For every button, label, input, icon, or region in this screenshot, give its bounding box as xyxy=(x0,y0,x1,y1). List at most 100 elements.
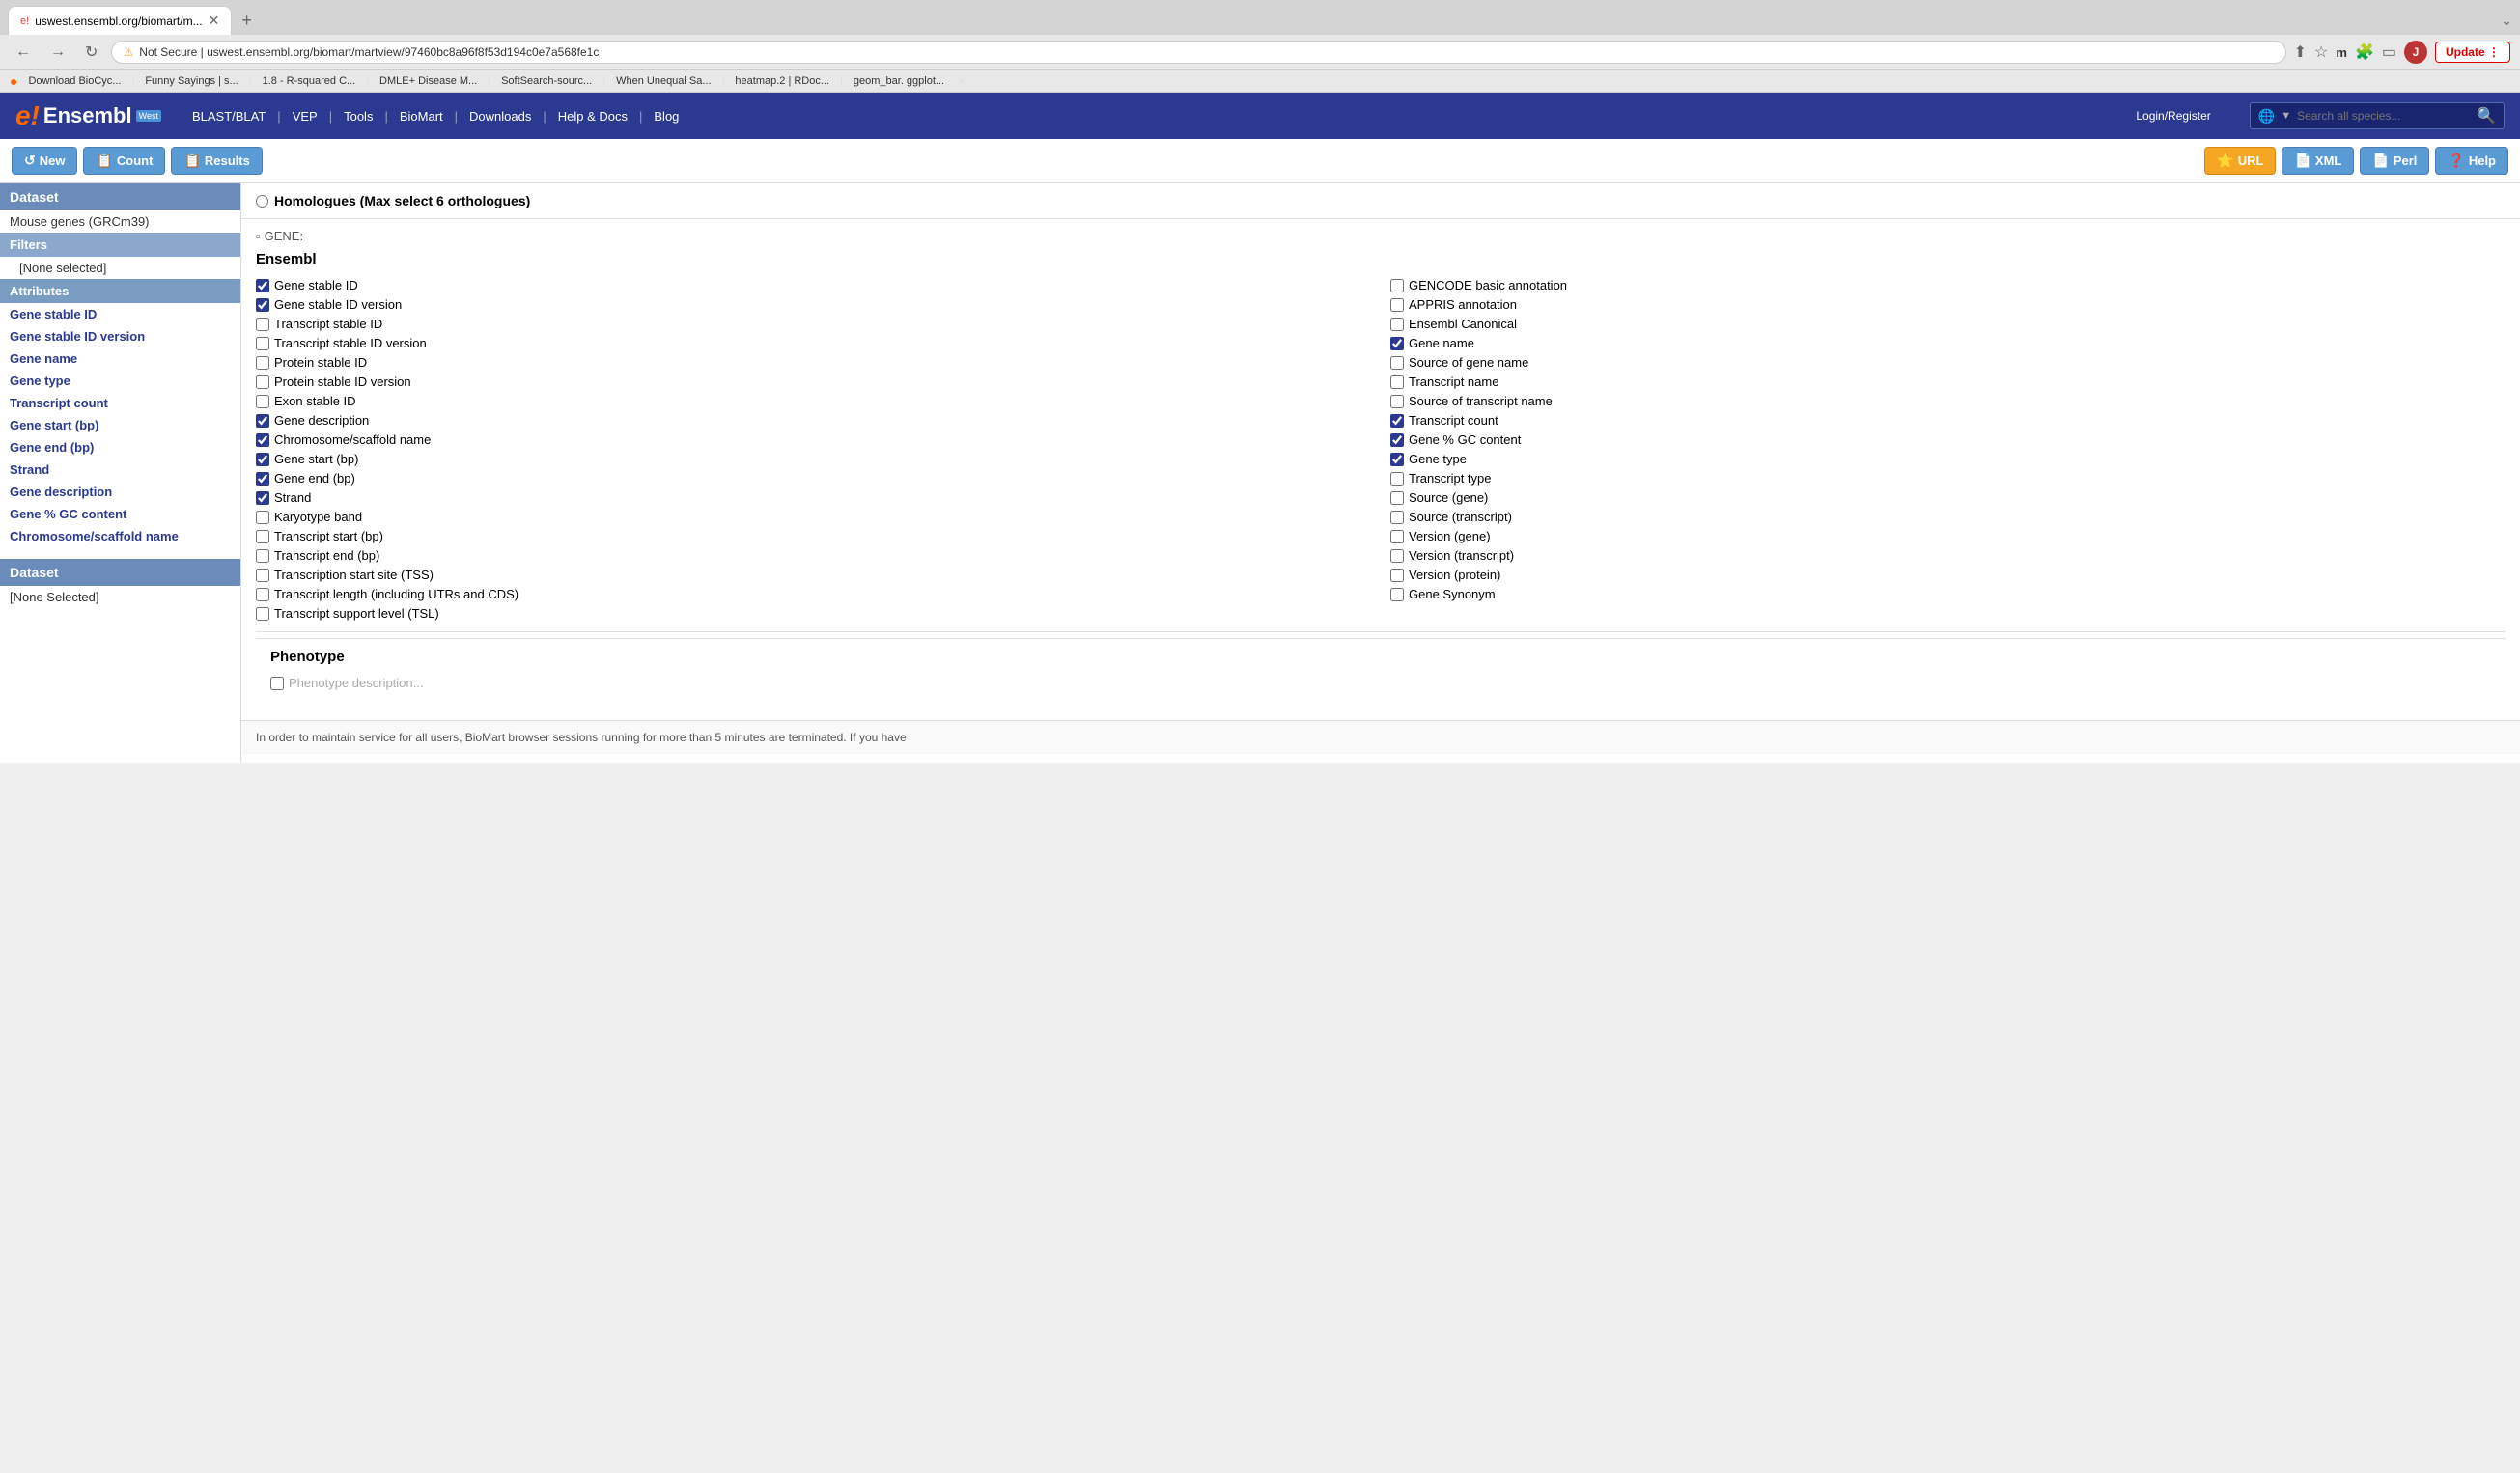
right-checkbox-10[interactable] xyxy=(1390,472,1404,486)
search-submit-icon[interactable]: 🔍 xyxy=(2477,106,2496,125)
bookmark-rsquared[interactable]: 1.8 - R-squared C... xyxy=(260,74,359,88)
ensembl-logo[interactable]: e! Ensembl West xyxy=(15,100,161,131)
right-checkbox-2[interactable] xyxy=(1390,318,1404,331)
help-button[interactable]: ❓ Help xyxy=(2435,147,2508,175)
sidebar-attr-gene-description[interactable]: Gene description xyxy=(0,481,240,503)
sidebar-attr-chr-scaffold[interactable]: Chromosome/scaffold name xyxy=(0,525,240,547)
right-checkbox-item-1: APPRIS annotation xyxy=(1390,296,2506,313)
left-checkbox-1[interactable] xyxy=(256,298,269,312)
new-button[interactable]: ↺ New xyxy=(12,147,77,175)
results-button[interactable]: 📋 Results xyxy=(171,147,262,175)
bookmark-heatmap[interactable]: heatmap.2 | RDoc... xyxy=(732,74,832,88)
nav-tools[interactable]: Tools xyxy=(332,109,384,124)
right-checkbox-8[interactable] xyxy=(1390,433,1404,447)
right-checkbox-5[interactable] xyxy=(1390,375,1404,389)
right-checkbox-1[interactable] xyxy=(1390,298,1404,312)
extensions-puzzle-button[interactable]: 🧩 xyxy=(2355,42,2374,62)
active-tab[interactable]: e! uswest.ensembl.org/biomart/m... ✕ xyxy=(8,6,232,35)
left-checkbox-14[interactable] xyxy=(256,549,269,563)
collapse-icon[interactable]: ▫ xyxy=(256,229,261,243)
sidebar-attr-gene-type[interactable]: Gene type xyxy=(0,370,240,392)
left-checkbox-3[interactable] xyxy=(256,337,269,350)
search-input[interactable] xyxy=(2297,109,2471,123)
left-checkbox-6[interactable] xyxy=(256,395,269,408)
nav-vep[interactable]: VEP xyxy=(281,109,329,124)
right-checkbox-3[interactable] xyxy=(1390,337,1404,350)
update-button[interactable]: Update ⋮ xyxy=(2435,42,2510,63)
nav-actions: ⬆ ☆ m 🧩 ▭ J Update ⋮ xyxy=(2294,41,2510,64)
sidebar-attributes-header[interactable]: Attributes xyxy=(0,279,240,303)
sidebar-attr-gene-gc[interactable]: Gene % GC content xyxy=(0,503,240,525)
ensembl-search-box[interactable]: 🌐 ▼ 🔍 xyxy=(2250,102,2505,129)
sidebar-attr-gene-end[interactable]: Gene end (bp) xyxy=(0,436,240,459)
right-checkbox-0[interactable] xyxy=(1390,279,1404,292)
user-avatar[interactable]: J xyxy=(2404,41,2427,64)
refresh-button[interactable]: ↻ xyxy=(79,41,103,64)
sidebar-dataset2-value[interactable]: [None Selected] xyxy=(0,586,240,608)
sidebar-attr-gene-start[interactable]: Gene start (bp) xyxy=(0,414,240,436)
left-checkbox-13[interactable] xyxy=(256,530,269,543)
left-checkbox-8[interactable] xyxy=(256,433,269,447)
right-checkbox-item-10: Transcript type xyxy=(1390,470,2506,486)
right-checkbox-7[interactable] xyxy=(1390,414,1404,428)
right-checkbox-12[interactable] xyxy=(1390,511,1404,524)
login-register-link[interactable]: Login/Register xyxy=(2136,109,2210,123)
search-dropdown-arrow[interactable]: ▼ xyxy=(2281,110,2291,122)
bookmark-softsearch[interactable]: SoftSearch-sourc... xyxy=(498,74,595,88)
bookmark-button[interactable]: ☆ xyxy=(2314,42,2328,62)
url-button[interactable]: ⭐ URL xyxy=(2204,147,2276,175)
extensions-button[interactable]: m xyxy=(2336,45,2347,60)
sidebar-attr-gene-stable-id-version[interactable]: Gene stable ID version xyxy=(0,325,240,347)
left-checkbox-2[interactable] xyxy=(256,318,269,331)
sidebar-attr-gene-stable-id[interactable]: Gene stable ID xyxy=(0,303,240,325)
left-checkbox-7[interactable] xyxy=(256,414,269,428)
nav-help-docs[interactable]: Help & Docs xyxy=(546,109,639,124)
address-bar[interactable]: ⚠ Not Secure | uswest.ensembl.org/biomar… xyxy=(111,41,2285,64)
right-checkbox-9[interactable] xyxy=(1390,453,1404,466)
nav-downloads[interactable]: Downloads xyxy=(458,109,543,124)
left-checkbox-4[interactable] xyxy=(256,356,269,370)
xml-button[interactable]: 📄 XML xyxy=(2282,147,2354,175)
left-checkbox-11[interactable] xyxy=(256,491,269,505)
bookmark-biocyc[interactable]: Download BioCyc... xyxy=(25,74,124,88)
left-checkbox-12[interactable] xyxy=(256,511,269,524)
right-checkbox-6[interactable] xyxy=(1390,395,1404,408)
bookmarks-overflow[interactable]: » xyxy=(959,75,965,87)
back-button[interactable]: ← xyxy=(10,42,37,63)
count-button[interactable]: 📋 Count xyxy=(83,147,165,175)
bookmark-funny[interactable]: Funny Sayings | s... xyxy=(142,74,240,88)
left-checkbox-0[interactable] xyxy=(256,279,269,292)
left-checkbox-15[interactable] xyxy=(256,569,269,582)
sidebar-filters-header[interactable]: Filters xyxy=(0,233,240,257)
bookmark-unequal[interactable]: When Unequal Sa... xyxy=(613,74,714,88)
left-checkbox-5[interactable] xyxy=(256,375,269,389)
share-button[interactable]: ⬆ xyxy=(2294,42,2307,62)
forward-button[interactable]: → xyxy=(44,42,71,63)
left-checkbox-16[interactable] xyxy=(256,588,269,601)
tab-close-button[interactable]: ✕ xyxy=(209,13,220,29)
right-checkbox-16[interactable] xyxy=(1390,588,1404,601)
browser-menu-button[interactable]: ⌄ xyxy=(2501,13,2512,29)
new-tab-button[interactable]: + xyxy=(236,11,258,31)
right-checkbox-15[interactable] xyxy=(1390,569,1404,582)
sidebar-attr-strand[interactable]: Strand xyxy=(0,459,240,481)
right-checkbox-4[interactable] xyxy=(1390,356,1404,370)
sidebar-attr-transcript-count[interactable]: Transcript count xyxy=(0,392,240,414)
right-checkbox-13[interactable] xyxy=(1390,530,1404,543)
bookmark-geombar[interactable]: geom_bar. ggplot... xyxy=(851,74,947,88)
phenotype-checkbox-1[interactable] xyxy=(270,677,284,690)
nav-biomart[interactable]: BioMart xyxy=(388,109,455,124)
sidebar-toggle-button[interactable]: ▭ xyxy=(2382,42,2396,62)
nav-blast-blat[interactable]: BLAST/BLAT xyxy=(181,109,277,124)
perl-button[interactable]: 📄 Perl xyxy=(2360,147,2429,175)
left-checkbox-17[interactable] xyxy=(256,607,269,621)
left-checkbox-10[interactable] xyxy=(256,472,269,486)
sidebar-attr-gene-name[interactable]: Gene name xyxy=(0,347,240,370)
sidebar-dataset-value[interactable]: Mouse genes (GRCm39) xyxy=(0,210,240,233)
nav-blog[interactable]: Blog xyxy=(642,109,690,124)
right-checkbox-14[interactable] xyxy=(1390,549,1404,563)
homologues-radio[interactable] xyxy=(256,195,268,208)
right-checkbox-11[interactable] xyxy=(1390,491,1404,505)
bookmark-dmle[interactable]: DMLE+ Disease M... xyxy=(377,74,480,88)
left-checkbox-9[interactable] xyxy=(256,453,269,466)
